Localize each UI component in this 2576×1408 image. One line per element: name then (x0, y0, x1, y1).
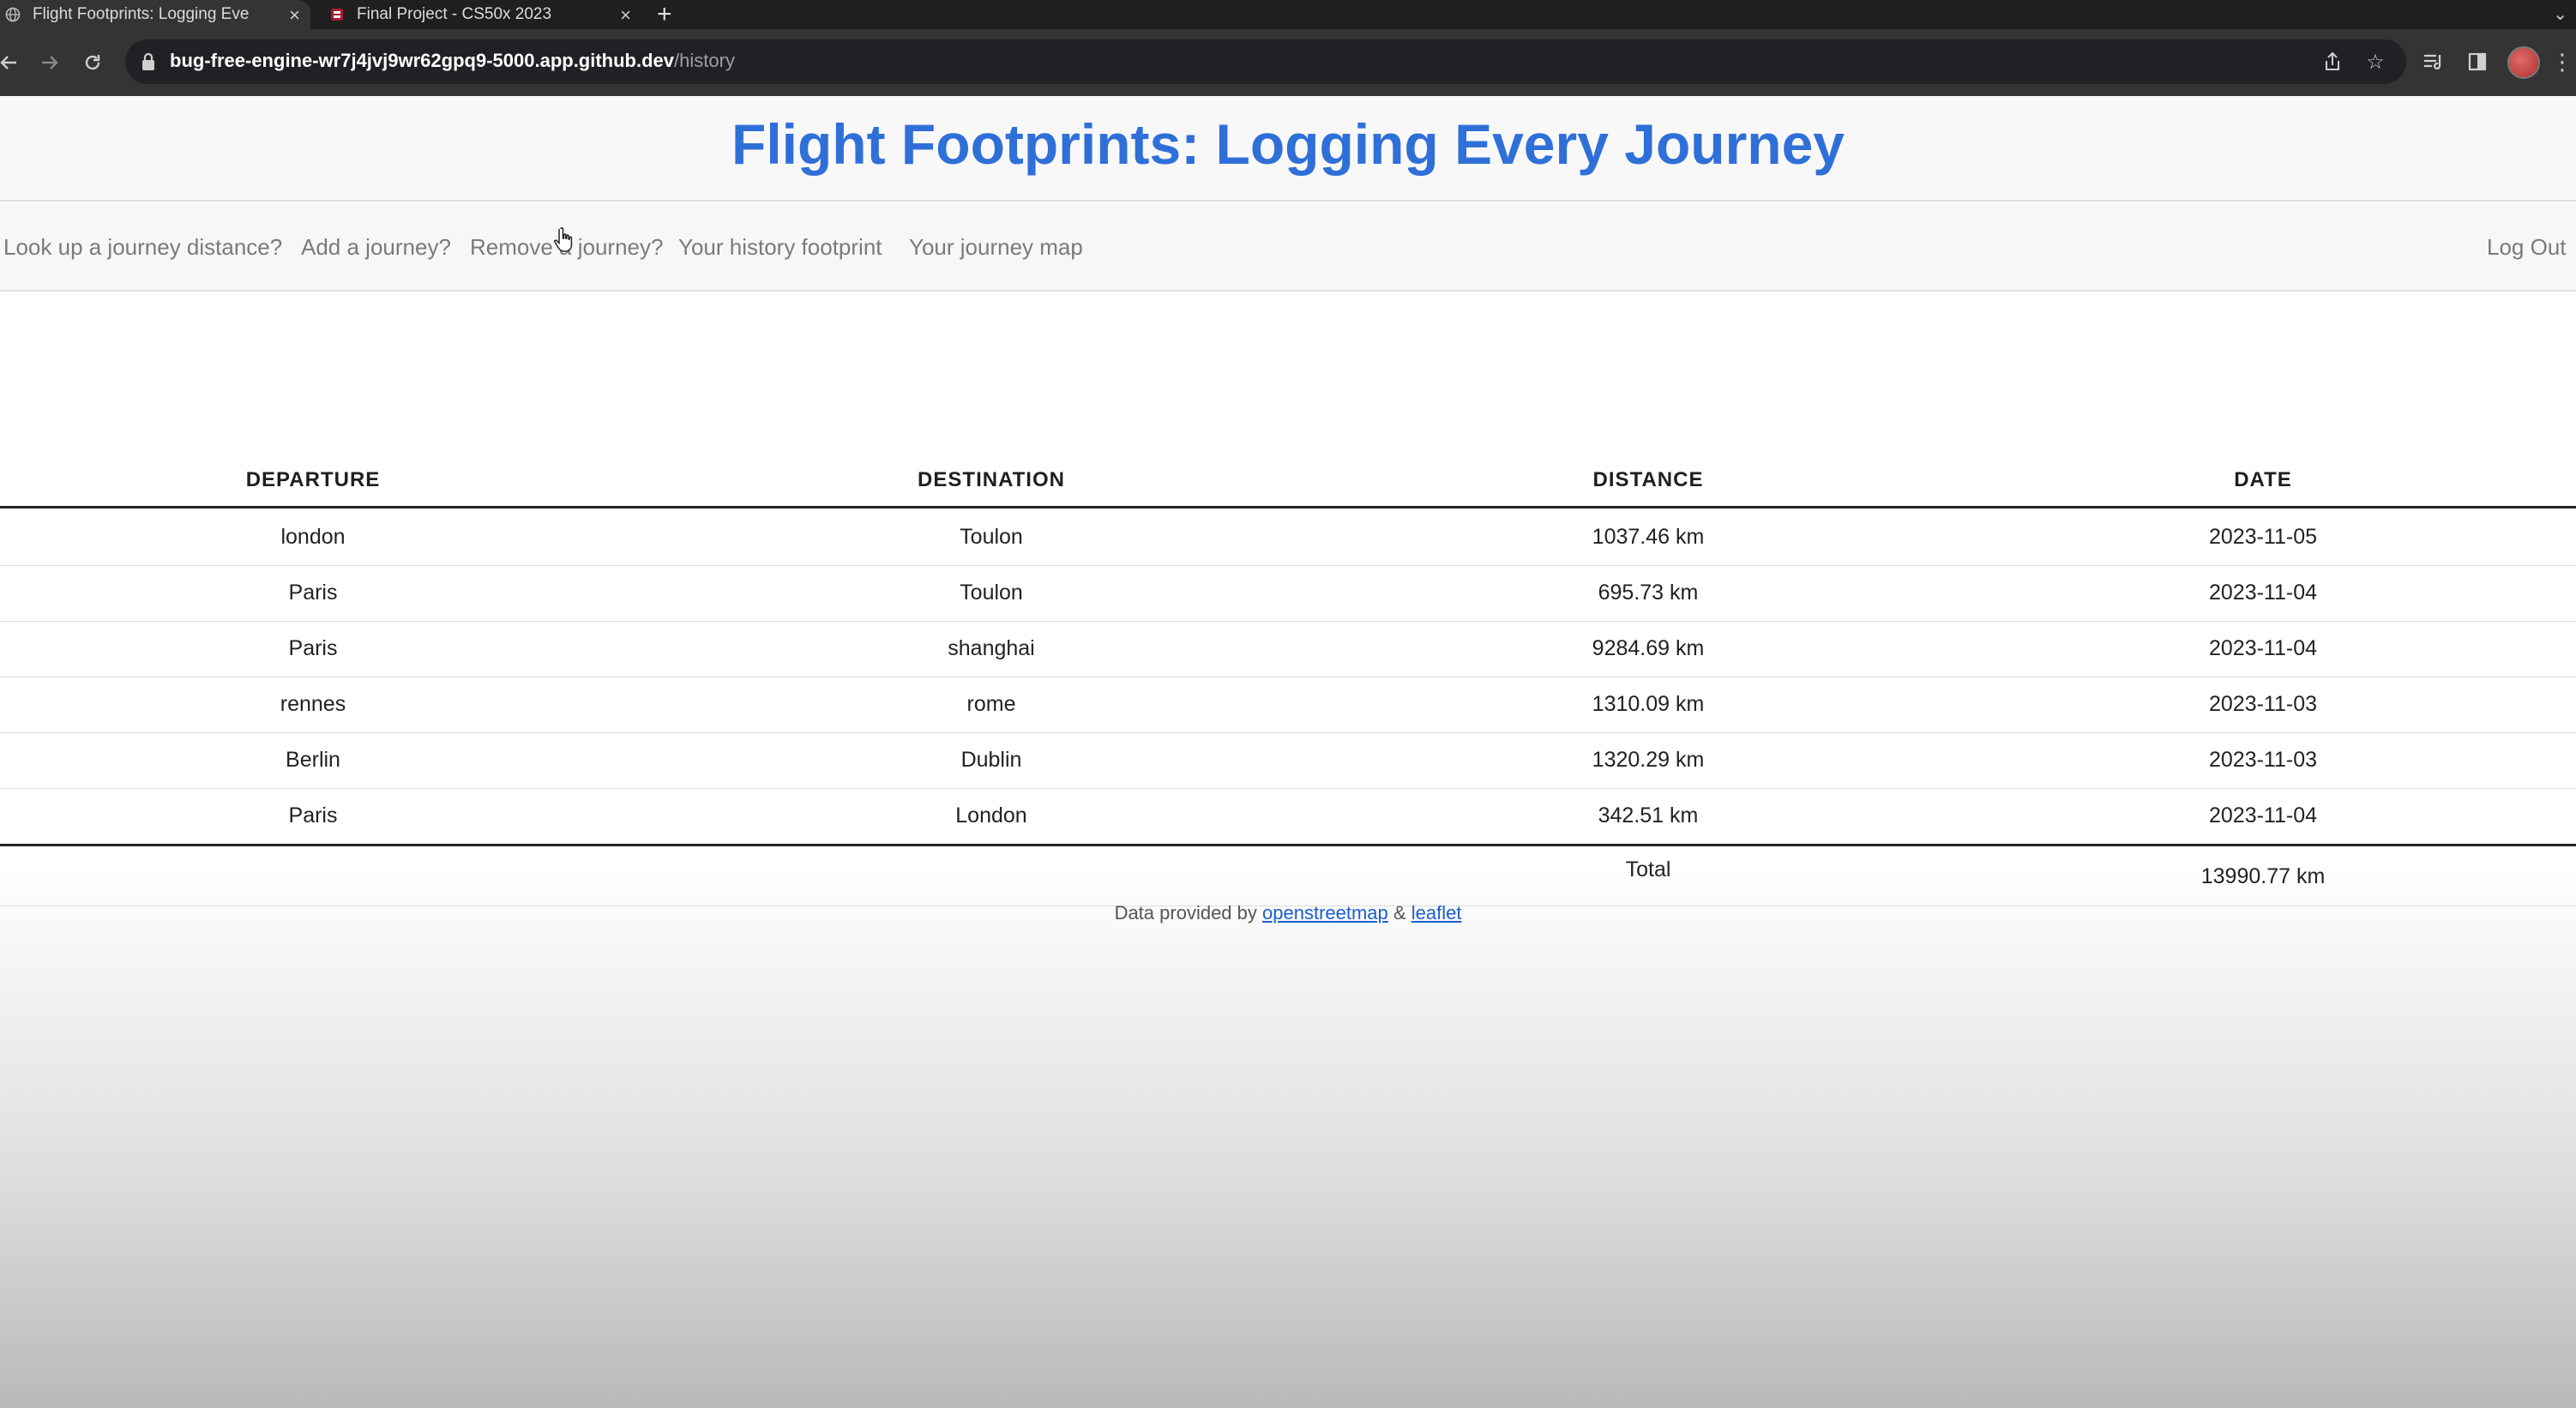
row-divider (0, 788, 2576, 789)
total-divider (0, 844, 2576, 846)
forward-arrow-icon[interactable] (34, 47, 65, 78)
browser-toolbar: bug-free-engine-wr7j4jvj9wr62gpq9-5000.a… (0, 29, 2576, 96)
total-label: Total (1625, 857, 1671, 882)
row-6-distance: 342.51 km (1598, 803, 1699, 827)
share-icon[interactable] (2320, 50, 2344, 74)
row-1-departure: london (280, 525, 346, 549)
close-tab-icon[interactable]: × (620, 4, 631, 27)
row-4-departure: rennes (280, 692, 346, 716)
row-1-date: 2023-11-05 (2208, 525, 2318, 549)
row-4-distance: 1310.09 km (1592, 692, 1705, 716)
nav-lookup-distance[interactable]: Look up a journey distance? (3, 234, 282, 261)
close-tab-icon[interactable]: × (289, 4, 300, 27)
row-2-departure: Paris (288, 581, 338, 605)
row-5-departure: Berlin (286, 748, 340, 772)
row-5-distance: 1320.29 km (1592, 748, 1705, 772)
browser-tab[interactable]: Final Project - CS50x 2023 × (329, 0, 635, 29)
profile-avatar[interactable] (2507, 46, 2540, 79)
browser-tab-active[interactable]: Flight Footprints: Logging Eve × (0, 0, 310, 29)
row-6-departure: Paris (288, 803, 338, 827)
row-divider (0, 565, 2576, 566)
url-path: /history (674, 50, 735, 71)
logout-link[interactable]: Log Out (2487, 234, 2567, 261)
kebab-menu-icon[interactable]: ⋮ (2551, 48, 2573, 75)
header-distance: DISTANCE (1592, 468, 1704, 491)
cs50-favicon-icon (329, 7, 345, 22)
attribution-prefix: Data provided by (1114, 902, 1257, 924)
header-divider (0, 506, 2576, 508)
attribution-ampersand: & (1393, 902, 1406, 924)
row-2-destination: Toulon (960, 581, 1023, 605)
row-4-date: 2023-11-03 (2208, 692, 2318, 716)
tab-title: Final Project - CS50x 2023 (357, 5, 552, 23)
header-departure: DEPARTURE (245, 468, 381, 491)
browser-tab-bar: Flight Footprints: Logging Eve × Final P… (0, 0, 2576, 29)
header-destination: DESTINATION (918, 468, 1065, 491)
hand-cursor-icon (554, 227, 573, 252)
url-text: bug-free-engine-wr7j4jvj9wr62gpq9-5000.a… (170, 50, 735, 72)
reading-list-icon[interactable] (2420, 48, 2447, 75)
row-3-distance: 9284.69 km (1592, 636, 1705, 660)
header-date: DATE (2234, 468, 2292, 491)
bookmark-star-icon[interactable]: ☆ (2363, 50, 2387, 74)
row-divider (0, 732, 2576, 733)
row-4-destination: rome (966, 692, 1016, 716)
page-content: Flight Footprints: Logging Every Journey… (0, 96, 2576, 1408)
globe-icon (5, 7, 21, 22)
row-2-date: 2023-11-04 (2208, 581, 2318, 605)
tab-title: Flight Footprints: Logging Eve (33, 5, 250, 23)
row-1-distance: 1037.46 km (1592, 525, 1705, 549)
row-1-destination: Toulon (960, 525, 1023, 549)
side-panel-icon[interactable] (2464, 48, 2491, 75)
data-attribution: Data provided by openstreetmap & leaflet (0, 902, 2576, 924)
nav-add-journey[interactable]: Add a journey? (301, 234, 451, 261)
total-value: 13990.77 km (2200, 864, 2326, 888)
row-divider (0, 621, 2576, 622)
row-6-date: 2023-11-04 (2208, 803, 2318, 827)
lock-icon[interactable] (141, 51, 156, 72)
row-5-destination: Dublin (960, 748, 1022, 772)
url-host: bug-free-engine-wr7j4jvj9wr62gpq9-5000.a… (170, 50, 675, 71)
nav-journey-map[interactable]: Your journey map (909, 234, 1083, 261)
row-5-date: 2023-11-03 (2208, 748, 2318, 772)
row-2-distance: 695.73 km (1598, 581, 1699, 605)
row-6-destination: London (955, 803, 1027, 827)
leaflet-link[interactable]: leaflet (1411, 902, 1462, 924)
tab-search-chevron-icon[interactable]: ⌄ (2553, 3, 2567, 25)
back-arrow-icon[interactable] (0, 47, 24, 78)
reload-icon[interactable] (77, 47, 108, 78)
row-3-departure: Paris (288, 636, 338, 660)
row-3-date: 2023-11-04 (2208, 636, 2318, 660)
site-navbar: Look up a journey distance? Add a journe… (0, 203, 2576, 292)
address-bar[interactable]: bug-free-engine-wr7j4jvj9wr62gpq9-5000.a… (125, 39, 2406, 84)
openstreetmap-link[interactable]: openstreetmap (1262, 902, 1388, 924)
new-tab-plus-icon[interactable]: + (657, 0, 672, 29)
site-header: Flight Footprints: Logging Every Journey (0, 96, 2576, 202)
row-3-destination: shanghai (948, 636, 1035, 660)
site-title: Flight Footprints: Logging Every Journey (731, 112, 1845, 176)
nav-history-footprint[interactable]: Your history footprint (678, 234, 882, 261)
